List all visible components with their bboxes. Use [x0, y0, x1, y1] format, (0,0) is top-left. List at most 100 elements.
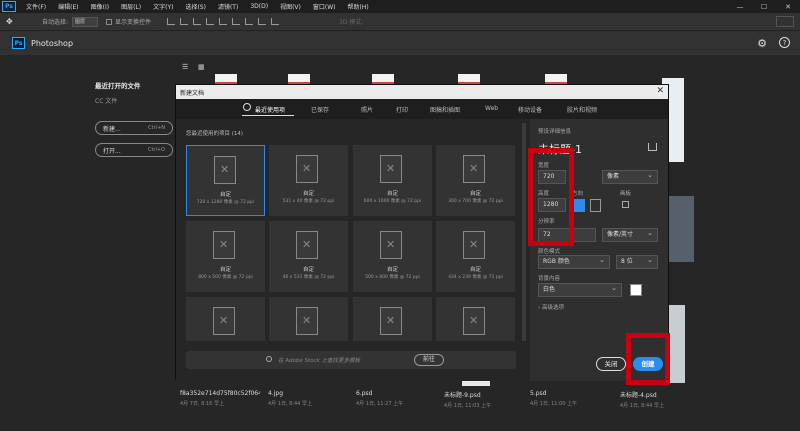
advanced-options-toggle[interactable]: › 高级选项: [538, 303, 564, 311]
list-view-icon[interactable]: ☰: [182, 64, 190, 71]
preset-name: 自定: [302, 267, 314, 273]
background-dropdown[interactable]: 白色: [538, 282, 622, 297]
align-icon[interactable]: [232, 18, 241, 25]
menu-select[interactable]: 选择(S): [179, 2, 212, 11]
preset-card[interactable]: 自定 600 x 1000 像素 @ 72 ppi: [353, 145, 432, 216]
cc-files-link[interactable]: CC 文件: [95, 96, 175, 105]
tab-saved[interactable]: 已保存: [311, 105, 329, 114]
preset-size: 500 x 800 像素 @ 72 ppi: [365, 275, 420, 280]
show-transform-label: 显示变换控件: [115, 19, 152, 26]
recent-thumbnail[interactable]: [668, 196, 694, 262]
menu-edit[interactable]: 编辑(E): [52, 2, 84, 11]
tab-photo[interactable]: 照片: [361, 105, 373, 114]
move-tool-icon[interactable]: ✥: [6, 17, 28, 26]
preset-card[interactable]: 自定 800 x 500 像素 @ 72 ppi: [186, 221, 265, 292]
clock-icon: [243, 103, 251, 111]
close-icon[interactable]: ✕: [656, 86, 664, 96]
tab-art-illustration[interactable]: 图稿和插图: [430, 105, 460, 114]
preset-card[interactable]: 自定 500 x 800 像素 @ 72 ppi: [353, 221, 432, 292]
menu-filter[interactable]: 滤镜(T): [212, 2, 244, 11]
preset-card[interactable]: 自定 720 x 1280 像素 @ 72 ppi: [186, 145, 265, 216]
presets-scrollbar[interactable]: [522, 123, 526, 341]
menu-file[interactable]: 文件(F): [20, 2, 52, 11]
preset-card[interactable]: 自定 300 x 700 像素 @ 72 ppi: [436, 145, 515, 216]
recent-thumbnail[interactable]: [372, 74, 394, 84]
recent-thumbnail[interactable]: [669, 305, 685, 383]
recent-file-date: 4月 1日, 11:00 上午: [530, 401, 578, 407]
bit-depth-dropdown[interactable]: 8 位: [616, 254, 658, 269]
tab-web[interactable]: Web: [485, 105, 498, 112]
align-icon[interactable]: [167, 18, 176, 25]
recent-thumbnail[interactable]: [545, 74, 567, 84]
preset-card[interactable]: 自定 434 x 239 像素 @ 72 ppi: [436, 221, 515, 292]
show-transform-checkbox[interactable]: [106, 18, 113, 25]
menu-type[interactable]: 文字(Y): [147, 2, 179, 11]
open-button[interactable]: 打开... Ctrl+O: [95, 143, 173, 157]
menu-image[interactable]: 图像(I): [85, 2, 115, 11]
align-icon[interactable]: [219, 18, 228, 25]
recent-thumbnail[interactable]: [215, 74, 237, 84]
minimize-icon[interactable]: —: [728, 0, 752, 13]
document-icon: [213, 231, 235, 259]
menu-window[interactable]: 窗口(W): [307, 2, 342, 11]
preset-card[interactable]: [186, 297, 265, 341]
tab-print[interactable]: 打印: [396, 105, 408, 114]
recent-file-item[interactable]: 未标题-9.psd 4月 1日, 11:03 上午: [444, 390, 524, 409]
preset-card[interactable]: [436, 297, 515, 341]
background-color-swatch[interactable]: [630, 284, 642, 296]
active-tab-indicator: [242, 115, 294, 116]
open-button-label: 打开...: [103, 147, 121, 155]
menu-help[interactable]: 帮助(H): [342, 2, 375, 11]
menu-layer[interactable]: 图层(L): [115, 2, 147, 11]
gear-icon[interactable]: ⚙: [755, 36, 769, 50]
menu-3d[interactable]: 3D(D): [244, 3, 274, 10]
tab-recent[interactable]: 最近使用项: [255, 105, 285, 114]
align-icon[interactable]: [180, 18, 189, 25]
window-controls: — ☐ ✕: [728, 0, 800, 13]
preset-name: 自定: [469, 267, 481, 273]
new-button[interactable]: 新建... Ctrl+N: [95, 121, 173, 135]
recent-thumbnail[interactable]: [288, 74, 310, 84]
recent-file-date: 4月 1日, 8:44 早上: [620, 403, 664, 409]
close-window-icon[interactable]: ✕: [776, 0, 800, 13]
landscape-icon[interactable]: [590, 199, 601, 212]
recent-file-name: 6.psd: [356, 390, 373, 397]
preset-card[interactable]: 自定 531 x 40 像素 @ 72 ppi: [269, 145, 348, 216]
recent-file-item[interactable]: 5.psd 4月 1日, 11:00 上午: [530, 390, 610, 407]
recent-file-name: 未标题-4.psd: [620, 392, 657, 399]
go-button[interactable]: 前往: [414, 354, 444, 366]
recent-file-item[interactable]: 6.psd 4月 1日, 11:27 上午: [356, 390, 436, 407]
document-icon: [213, 307, 235, 335]
align-icon[interactable]: [258, 18, 267, 25]
tab-film-video[interactable]: 胶片和视频: [567, 105, 597, 114]
save-preset-icon[interactable]: [648, 143, 657, 151]
recent-file-item[interactable]: 4.jpg 4月 1日, 8:44 早上: [268, 390, 348, 407]
color-mode-dropdown[interactable]: RGB 颜色: [538, 254, 610, 269]
stock-search-input[interactable]: 在 Adobe Stock 上查找更多模板: [278, 356, 360, 364]
grid-view-icon[interactable]: ▦: [198, 64, 206, 71]
dialog-title: 新建文档: [180, 89, 205, 97]
workspace-icon[interactable]: [776, 16, 794, 27]
align-icon[interactable]: [193, 18, 202, 25]
portrait-icon[interactable]: [574, 199, 585, 212]
unit-dropdown[interactable]: 像素: [602, 169, 658, 184]
align-icon[interactable]: [271, 18, 280, 25]
resolution-unit-dropdown[interactable]: 像素/英寸: [602, 227, 658, 242]
auto-select-dropdown[interactable]: 图层: [72, 16, 99, 27]
align-icon[interactable]: [206, 18, 215, 25]
recent-files-link[interactable]: 最近打开的文件: [95, 80, 175, 90]
help-icon[interactable]: ?: [779, 37, 790, 48]
recent-file-item[interactable]: f8a352e714d75f80c52f0648... 4月 7日, 8:16 …: [180, 390, 260, 407]
artboard-checkbox[interactable]: [622, 201, 629, 208]
align-icon[interactable]: [245, 18, 254, 25]
tab-mobile[interactable]: 移动设备: [518, 105, 542, 114]
close-button[interactable]: 关闭: [596, 357, 626, 371]
width-height-highlight-box: [528, 148, 574, 246]
maximize-icon[interactable]: ☐: [752, 0, 776, 13]
preset-card[interactable]: [269, 297, 348, 341]
menu-view[interactable]: 视图(V): [274, 2, 307, 11]
preset-card[interactable]: [353, 297, 432, 341]
preset-card[interactable]: 自定 40 x 531 像素 @ 72 ppi: [269, 221, 348, 292]
recent-file-item[interactable]: 未标题-4.psd 4月 1日, 8:44 早上: [620, 390, 700, 409]
recent-thumbnail[interactable]: [458, 74, 480, 84]
